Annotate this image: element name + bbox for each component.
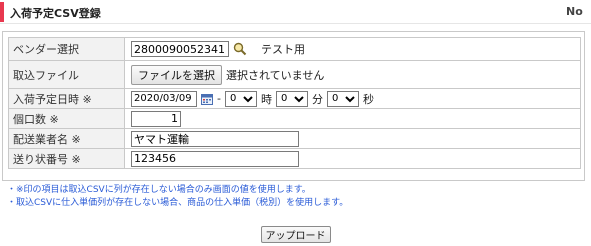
scheduled-date-label: 入荷予定日時 ※ [9, 89, 125, 108]
second-unit: 秒 [362, 92, 374, 106]
vendor-value-cell: テスト用 [125, 38, 580, 60]
scheduled-date-value-cell: - 0 時 0 分 0 秒 [125, 89, 580, 108]
package-count-row: 個口数 ※ [8, 109, 581, 129]
minute-unit: 分 [311, 92, 323, 106]
hour-select[interactable]: 0 [224, 90, 257, 107]
package-count-input[interactable] [131, 110, 181, 127]
upload-button[interactable]: アップロード [260, 226, 331, 243]
tracking-label: 送り状番号 ※ [9, 149, 125, 168]
vendor-name-text: テスト用 [261, 43, 305, 56]
tracking-row: 送り状番号 ※ [8, 149, 581, 169]
vendor-code-input[interactable] [131, 41, 229, 57]
package-count-value-cell [125, 109, 580, 128]
note-item: ・※印の項目は取込CSVに列が存在しない場合のみ画面の値を使用します。 [7, 185, 311, 195]
file-status-text: 選択されていません [226, 68, 325, 82]
minute-select[interactable]: 0 [275, 90, 308, 107]
upload-area: アップロード [0, 226, 591, 243]
file-value-cell: ファイルを選択 選択されていません [125, 61, 580, 88]
page-title: 入荷予定CSV登録 [10, 7, 101, 20]
package-count-label: 個口数 ※ [9, 109, 125, 128]
header-accent-bar [0, 2, 4, 22]
file-row: 取込ファイル ファイルを選択 選択されていません [8, 61, 581, 89]
scheduled-date-row: 入荷予定日時 ※ - 0 時 0 [8, 89, 581, 109]
page-header: 入荷予定CSV登録 No [0, 0, 591, 24]
file-label: 取込ファイル [9, 61, 125, 88]
vendor-label: ベンダー選択 [9, 38, 125, 60]
carrier-row: 配送業者名 ※ [8, 129, 581, 149]
note-item: ・取込CSVに仕入単価列が存在しない場合、商品の仕入単価（税別）を使用します。 [7, 198, 349, 208]
carrier-label: 配送業者名 ※ [9, 129, 125, 148]
notes-list: ・※印の項目は取込CSVに列が存在しない場合のみ画面の値を使用します。 ・取込C… [7, 184, 587, 210]
calendar-icon[interactable] [201, 93, 213, 105]
magnifier-icon[interactable] [233, 42, 247, 56]
header-no-label: No [566, 5, 583, 18]
tracking-value-cell [125, 149, 580, 168]
date-separator: - [217, 92, 221, 105]
choose-file-button[interactable]: ファイルを選択 [131, 64, 222, 85]
second-select[interactable]: 0 [326, 90, 359, 107]
vendor-row: ベンダー選択 テスト用 [8, 37, 581, 61]
form-panel: ベンダー選択 テスト用 取込ファイル ファイルを選択 選択されていません 入荷予… [2, 31, 585, 181]
carrier-input[interactable] [131, 130, 299, 147]
date-input[interactable] [131, 90, 197, 107]
carrier-value-cell [125, 129, 580, 148]
tracking-input[interactable] [131, 150, 299, 167]
hour-unit: 時 [260, 92, 272, 106]
